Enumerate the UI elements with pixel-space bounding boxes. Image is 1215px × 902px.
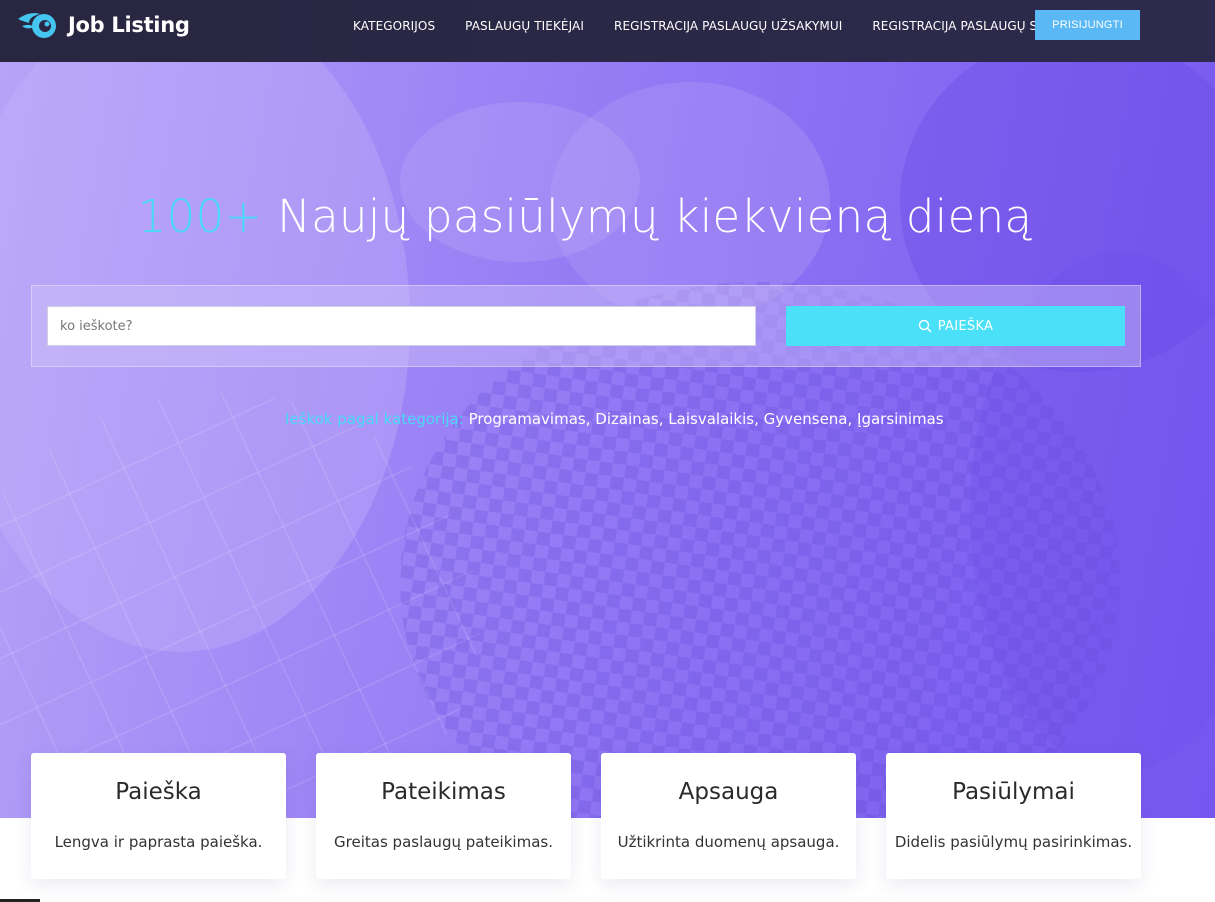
nav-item-registracija-uzsakymui[interactable]: REGISTRACIJA PASLAUGŲ UŽSAKYMUI	[614, 19, 842, 33]
search-button[interactable]: PAIEŠKA	[786, 306, 1125, 346]
category-suggestions: Ieškok pagal kategoriją: Programavimas, …	[285, 410, 944, 428]
hero-title: 100+ Naujų pasiūlymų kiekvieną dieną	[0, 190, 1170, 243]
feature-card-text: Lengva ir paprasta paieška.	[54, 833, 263, 851]
features-section: Paieška Lengva ir paprasta paieška. Pate…	[0, 753, 1215, 883]
category-label: Ieškok pagal kategoriją:	[285, 410, 464, 428]
feature-card-title: Apsauga	[678, 779, 779, 805]
feature-card-text: Užtikrinta duomenų apsauga.	[617, 833, 840, 851]
hero-section: 100+ Naujų pasiūlymų kiekvieną dieną PAI…	[0, 62, 1215, 818]
feature-card-pasiulymai: Pasiūlymai Didelis pasiūlymų pasirinkima…	[886, 753, 1141, 879]
search-button-label: PAIEŠKA	[937, 318, 994, 334]
search-input[interactable]	[47, 306, 756, 346]
feature-card-pateikimas: Pateikimas Greitas paslaugų pateikimas.	[316, 753, 571, 879]
search-panel: PAIEŠKA	[31, 285, 1141, 367]
hero-background-photo	[0, 62, 1215, 818]
brand-name: Job Listing	[68, 13, 190, 37]
feature-card-text: Didelis pasiūlymų pasirinkimas.	[894, 833, 1133, 851]
category-link-gyvensena[interactable]: Gyvensena	[764, 410, 848, 428]
feature-card-title: Pasiūlymai	[952, 779, 1075, 805]
feature-card-title: Paieška	[115, 779, 202, 805]
brand-link[interactable]: Job Listing	[16, 10, 190, 40]
category-link-igarsinimas[interactable]: Įgarsinimas	[857, 410, 944, 428]
hero-title-accent: 100+	[137, 190, 263, 243]
top-navbar: Job Listing KATEGORIJOS PASLAUGŲ TIEKĖJA…	[0, 0, 1215, 62]
main-nav: KATEGORIJOS PASLAUGŲ TIEKĖJAI REGISTRACI…	[353, 0, 1115, 52]
nav-item-kategorijos[interactable]: KATEGORIJOS	[353, 19, 435, 33]
search-icon	[918, 319, 932, 333]
feature-card-text: Greitas paslaugų pateikimas.	[334, 833, 553, 851]
feature-card-apsauga: Apsauga Užtikrinta duomenų apsauga.	[601, 753, 856, 879]
category-link-laisvalaikis[interactable]: Laisvalaikis	[668, 410, 754, 428]
login-button[interactable]: PRISIJUNGTI	[1035, 10, 1140, 40]
hero-title-text: Naujų pasiūlymų kiekvieną dieną	[277, 190, 1033, 243]
job-listing-logo-icon	[18, 13, 56, 38]
category-link-dizainas[interactable]: Dizainas	[595, 410, 658, 428]
feature-card-title: Pateikimas	[381, 779, 506, 805]
feature-card-paieska: Paieška Lengva ir paprasta paieška.	[31, 753, 286, 879]
category-link-programavimas[interactable]: Programavimas	[469, 410, 586, 428]
nav-item-paslaugu-tiekejai[interactable]: PASLAUGŲ TIEKĖJAI	[465, 19, 584, 33]
